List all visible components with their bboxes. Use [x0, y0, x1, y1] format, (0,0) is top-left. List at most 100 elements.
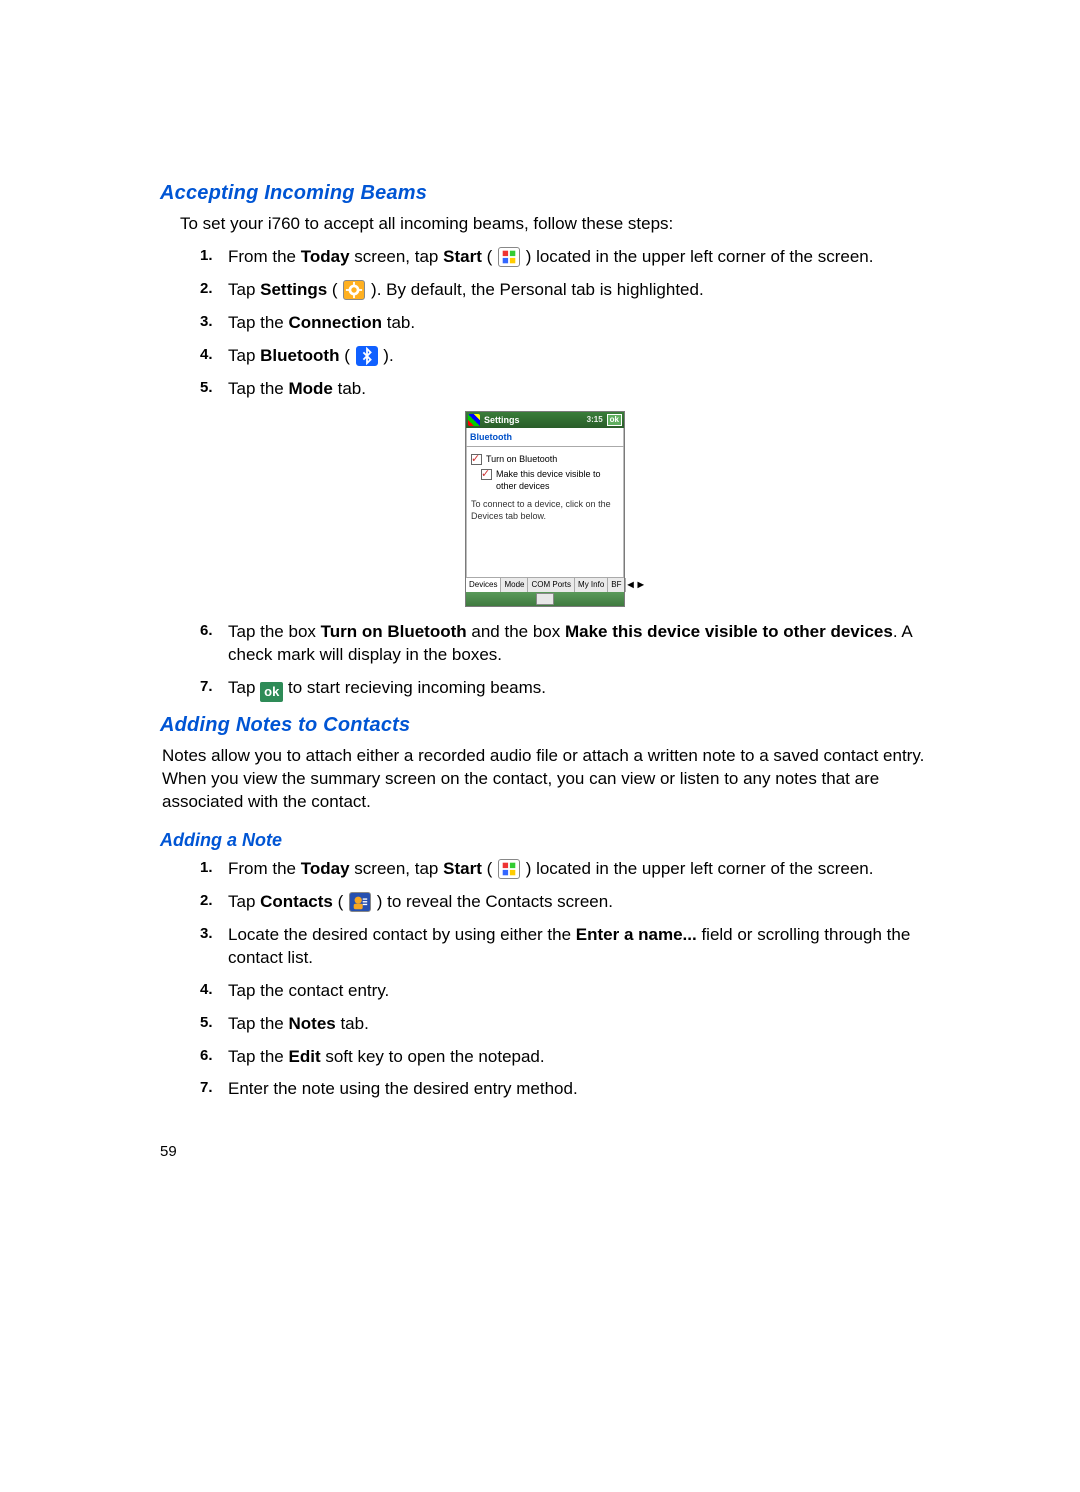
settings-icon	[343, 280, 365, 300]
step-number: 4.	[200, 980, 213, 1000]
step-4: 4. Tap Bluetooth ( ).	[200, 345, 930, 368]
intro-accepting: To set your i760 to accept all incoming …	[180, 213, 930, 236]
step-number: 6.	[200, 1046, 213, 1066]
step-7: 7. Enter the note using the desired entr…	[200, 1078, 930, 1101]
step-2: 2. Tap Settings ( ). By default, the Per…	[200, 279, 930, 302]
text: From the	[228, 859, 301, 878]
start-icon	[498, 247, 520, 267]
text: ) to reveal the Contacts screen.	[372, 892, 613, 911]
bold-bluetooth: Bluetooth	[260, 346, 339, 365]
tab-bf: BF	[608, 578, 625, 593]
step-3: 3. Tap the Connection tab.	[200, 312, 930, 335]
text: Locate the desired contact by using eith…	[228, 925, 576, 944]
step-number: 1.	[200, 858, 213, 878]
bold-start: Start	[443, 247, 482, 266]
text: (	[327, 280, 342, 299]
device-soft-input-bar	[466, 592, 624, 606]
text: soft key to open the notepad.	[321, 1047, 545, 1066]
text: screen, tap	[350, 859, 444, 878]
step-number: 3.	[200, 924, 213, 944]
step-number: 5.	[200, 378, 213, 398]
text: and the box	[467, 622, 565, 641]
step-1: 1. From the Today screen, tap Start ( ) …	[200, 858, 930, 881]
start-icon	[498, 859, 520, 879]
text: Tap the	[228, 1014, 289, 1033]
keyboard-icon	[536, 593, 554, 605]
bold-make-visible: Make this device visible to other device…	[565, 622, 893, 641]
bold-today: Today	[301, 247, 350, 266]
bold-edit: Edit	[289, 1047, 321, 1066]
tab-mode: Mode	[501, 578, 528, 593]
text: (	[482, 859, 497, 878]
step-number: 4.	[200, 345, 213, 365]
step-6: 6. Tap the Edit soft key to open the not…	[200, 1046, 930, 1069]
checkbox-icon	[471, 454, 482, 465]
bold-turn-on-bluetooth: Turn on Bluetooth	[321, 622, 467, 641]
text: Tap the contact entry.	[228, 981, 389, 1000]
checkbox-label: Make this device visible to other device…	[496, 468, 619, 492]
text: Tap the	[228, 313, 289, 332]
step-6: 6. Tap the box Turn on Bluetooth and the…	[200, 621, 930, 667]
steps-accepting-cont: 6. Tap the box Turn on Bluetooth and the…	[160, 621, 930, 701]
ok-button-icon: ok	[260, 682, 283, 702]
device-tabs: Devices Mode COM Ports My Info BF ◀ ▶	[466, 577, 624, 593]
text: Tap the box	[228, 622, 321, 641]
text: From the	[228, 247, 301, 266]
bold-mode: Mode	[289, 379, 333, 398]
checkbox-make-visible: Make this device visible to other device…	[481, 468, 619, 492]
device-hint-text: To connect to a device, click on the Dev…	[471, 498, 619, 522]
bold-enter-a-name: Enter a name...	[576, 925, 697, 944]
device-status-time: 3:15	[587, 415, 603, 426]
text: tab.	[382, 313, 415, 332]
step-number: 1.	[200, 246, 213, 266]
text: Tap	[228, 280, 260, 299]
steps-adding-a-note: 1. From the Today screen, tap Start ( ) …	[160, 858, 930, 1102]
heading-accepting-incoming-beams: Accepting Incoming Beams	[160, 180, 930, 207]
text: ).	[379, 346, 394, 365]
step-number: 5.	[200, 1013, 213, 1033]
intro-adding-notes: Notes allow you to attach either a recor…	[162, 745, 930, 814]
text: Tap the	[228, 379, 289, 398]
tab-com-ports: COM Ports	[528, 578, 575, 593]
tab-my-info: My Info	[575, 578, 608, 593]
step-2: 2. Tap Contacts ( ) to reveal the Contac…	[200, 891, 930, 914]
text: ) located in the upper left corner of th…	[521, 859, 873, 878]
step-number: 7.	[200, 1078, 213, 1098]
tab-devices: Devices	[466, 578, 501, 593]
text: (	[482, 247, 497, 266]
contacts-icon	[349, 892, 371, 912]
text: Tap	[228, 346, 260, 365]
bold-settings: Settings	[260, 280, 327, 299]
step-5: 5. Tap the Mode tab.	[200, 378, 930, 401]
tabs-scroll-right-icon: ▶	[636, 578, 646, 593]
text: tab.	[336, 1014, 369, 1033]
step-number: 3.	[200, 312, 213, 332]
checkbox-icon	[481, 469, 492, 480]
text: Tap	[228, 892, 260, 911]
step-number: 7.	[200, 677, 213, 697]
step-4: 4. Tap the contact entry.	[200, 980, 930, 1003]
bold-connection: Connection	[289, 313, 383, 332]
step-7: 7. Tap ok to start recieving incoming be…	[200, 677, 930, 702]
bold-start: Start	[443, 859, 482, 878]
page-number: 59	[160, 1142, 177, 1162]
windows-flag-icon	[468, 414, 480, 426]
device-ok-button: ok	[607, 414, 622, 427]
step-1: 1. From the Today screen, tap Start ( ) …	[200, 246, 930, 269]
steps-accepting: 1. From the Today screen, tap Start ( ) …	[160, 246, 930, 401]
step-number: 2.	[200, 891, 213, 911]
heading-adding-notes-to-contacts: Adding Notes to Contacts	[160, 712, 930, 739]
checkbox-label: Turn on Bluetooth	[486, 453, 557, 465]
text: ). By default, the Personal tab is highl…	[366, 280, 703, 299]
step-5: 5. Tap the Notes tab.	[200, 1013, 930, 1036]
text: (	[339, 346, 354, 365]
bold-notes: Notes	[289, 1014, 336, 1033]
step-3: 3. Locate the desired contact by using e…	[200, 924, 930, 970]
bold-today: Today	[301, 859, 350, 878]
step-number: 6.	[200, 621, 213, 641]
step-number: 2.	[200, 279, 213, 299]
text: (	[333, 892, 348, 911]
tabs-scroll-left-icon: ◀	[626, 578, 636, 593]
device-body: Turn on Bluetooth Make this device visib…	[466, 447, 624, 577]
text: Enter the note using the desired entry m…	[228, 1079, 578, 1098]
